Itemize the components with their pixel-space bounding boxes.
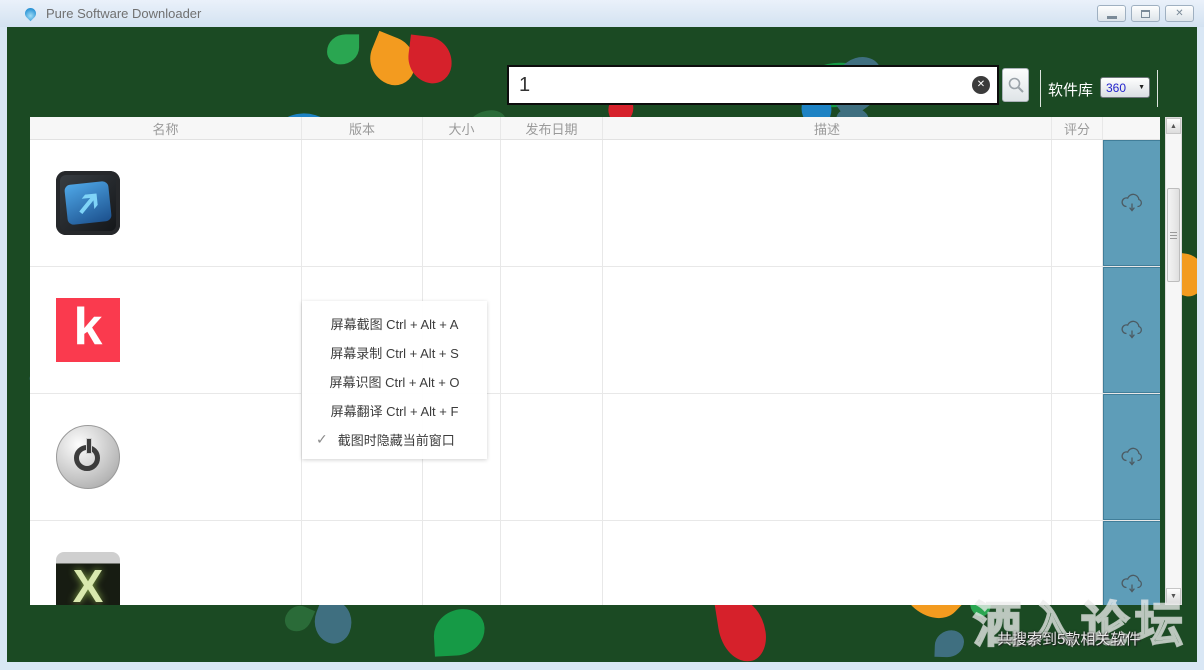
leaf-decoration xyxy=(714,595,769,662)
name-cell xyxy=(30,394,302,520)
window-title: Pure Software Downloader xyxy=(46,6,201,21)
cloud-download-icon xyxy=(1119,318,1145,342)
column-header-size: 大小 xyxy=(423,117,501,139)
column-header-version: 版本 xyxy=(302,117,423,139)
library-label: 软件库 xyxy=(1048,79,1093,100)
date-cell xyxy=(501,267,603,393)
name-cell: ➔ xyxy=(30,140,302,266)
menu-item-label: 截图时隐藏当前窗口 xyxy=(338,430,455,449)
download-button[interactable] xyxy=(1103,140,1160,266)
date-cell xyxy=(501,521,603,605)
window-controls: ✕ xyxy=(1097,5,1194,22)
name-cell: k xyxy=(30,267,302,393)
app-window: Pure Software Downloader ✕ ✕ 软件库 360 xyxy=(0,0,1204,670)
rating-cell xyxy=(1052,267,1103,393)
description-cell xyxy=(603,267,1052,393)
table-header: 名称 版本 大小 发布日期 描述 评分 xyxy=(30,117,1160,140)
toolbar-divider xyxy=(1157,70,1158,107)
date-cell xyxy=(501,140,603,266)
column-header-rating: 评分 xyxy=(1052,117,1103,139)
apple-helper-icon: k xyxy=(56,298,120,362)
search-input[interactable] xyxy=(509,67,997,103)
leaf-decoration xyxy=(432,608,485,657)
menu-item[interactable]: 屏幕录制 Ctrl + Alt + S xyxy=(302,338,487,367)
table-row[interactable]: k xyxy=(30,267,1160,394)
menu-item-label: 屏幕截图 Ctrl + Alt + A xyxy=(331,314,459,333)
video-converter-icon: ➔ xyxy=(56,171,120,235)
menu-item-label: 屏幕识图 Ctrl + Alt + O xyxy=(329,372,459,391)
scrollbar-thumb[interactable] xyxy=(1167,188,1180,282)
menu-item[interactable]: 屏幕截图 Ctrl + Alt + A xyxy=(302,309,487,338)
search-toolbar: ✕ 软件库 360 ▼ xyxy=(7,27,1197,117)
titlebar: Pure Software Downloader ✕ xyxy=(0,0,1204,27)
size-cell xyxy=(423,140,501,266)
name-cell: X xyxy=(30,521,302,605)
leaf-decoration xyxy=(935,630,965,658)
cloud-download-icon xyxy=(1119,445,1145,469)
download-button[interactable] xyxy=(1103,394,1160,520)
scroll-up-button[interactable]: ▲ xyxy=(1166,118,1181,134)
column-header-name: 名称 xyxy=(30,117,302,139)
close-icon: ✕ xyxy=(1175,8,1183,19)
menu-item-label: 屏幕翻译 Ctrl + Alt + F xyxy=(331,401,459,420)
toolbar-divider xyxy=(1040,70,1041,107)
table-body: ➔ k X xyxy=(30,140,1160,605)
rating-cell xyxy=(1052,140,1103,266)
table-row[interactable]: ➔ xyxy=(30,140,1160,267)
app-logo-icon xyxy=(24,6,37,22)
description-cell xyxy=(603,394,1052,520)
screenshot-context-menu: 屏幕截图 Ctrl + Alt + A 屏幕录制 Ctrl + Alt + S 屏幕… xyxy=(302,301,487,459)
leaf-decoration xyxy=(282,601,316,636)
search-input-wrap: ✕ xyxy=(507,65,999,105)
chevron-down-icon: ▼ xyxy=(1138,84,1149,91)
clear-search-button[interactable]: ✕ xyxy=(972,76,990,94)
vertical-scrollbar[interactable]: ▲ ▼ xyxy=(1165,117,1182,605)
date-cell xyxy=(501,394,603,520)
minimize-icon xyxy=(1107,16,1117,19)
search-icon xyxy=(1007,76,1025,94)
menu-item[interactable]: ✓ 截图时隐藏当前窗口 xyxy=(302,425,487,454)
menu-item[interactable]: 屏幕翻译 Ctrl + Alt + F xyxy=(302,396,487,425)
client-area: ✕ 软件库 360 ▼ 名称 版本 大小 发布日期 描述 xyxy=(7,27,1197,662)
column-header-description: 描述 xyxy=(603,117,1052,139)
library-selected-value: 360 xyxy=(1101,81,1138,95)
column-header-date: 发布日期 xyxy=(501,117,603,139)
minimize-button[interactable] xyxy=(1097,5,1126,22)
rating-cell xyxy=(1052,394,1103,520)
column-header-download xyxy=(1103,117,1160,139)
software-table: 名称 版本 大小 发布日期 描述 评分 ➔ k X xyxy=(30,117,1160,605)
menu-item-label: 屏幕录制 Ctrl + Alt + S xyxy=(330,343,459,362)
search-button[interactable] xyxy=(1002,68,1029,102)
close-button[interactable]: ✕ xyxy=(1165,5,1194,22)
cloud-download-icon xyxy=(1119,191,1145,215)
maximize-icon xyxy=(1141,10,1150,18)
size-cell xyxy=(423,521,501,605)
search-result-count: 共搜索到5款相关软件 xyxy=(997,628,1140,649)
download-button[interactable] xyxy=(1103,267,1160,393)
table-row[interactable] xyxy=(30,394,1160,521)
library-select[interactable]: 360 ▼ xyxy=(1100,77,1150,98)
directx-repair-icon: X xyxy=(56,552,120,605)
power-timer-icon xyxy=(56,425,120,489)
description-cell xyxy=(603,140,1052,266)
checkmark-icon: ✓ xyxy=(316,431,328,448)
maximize-button[interactable] xyxy=(1131,5,1160,22)
menu-item[interactable]: 屏幕识图 Ctrl + Alt + O xyxy=(302,367,487,396)
version-cell xyxy=(302,521,423,605)
version-cell xyxy=(302,140,423,266)
